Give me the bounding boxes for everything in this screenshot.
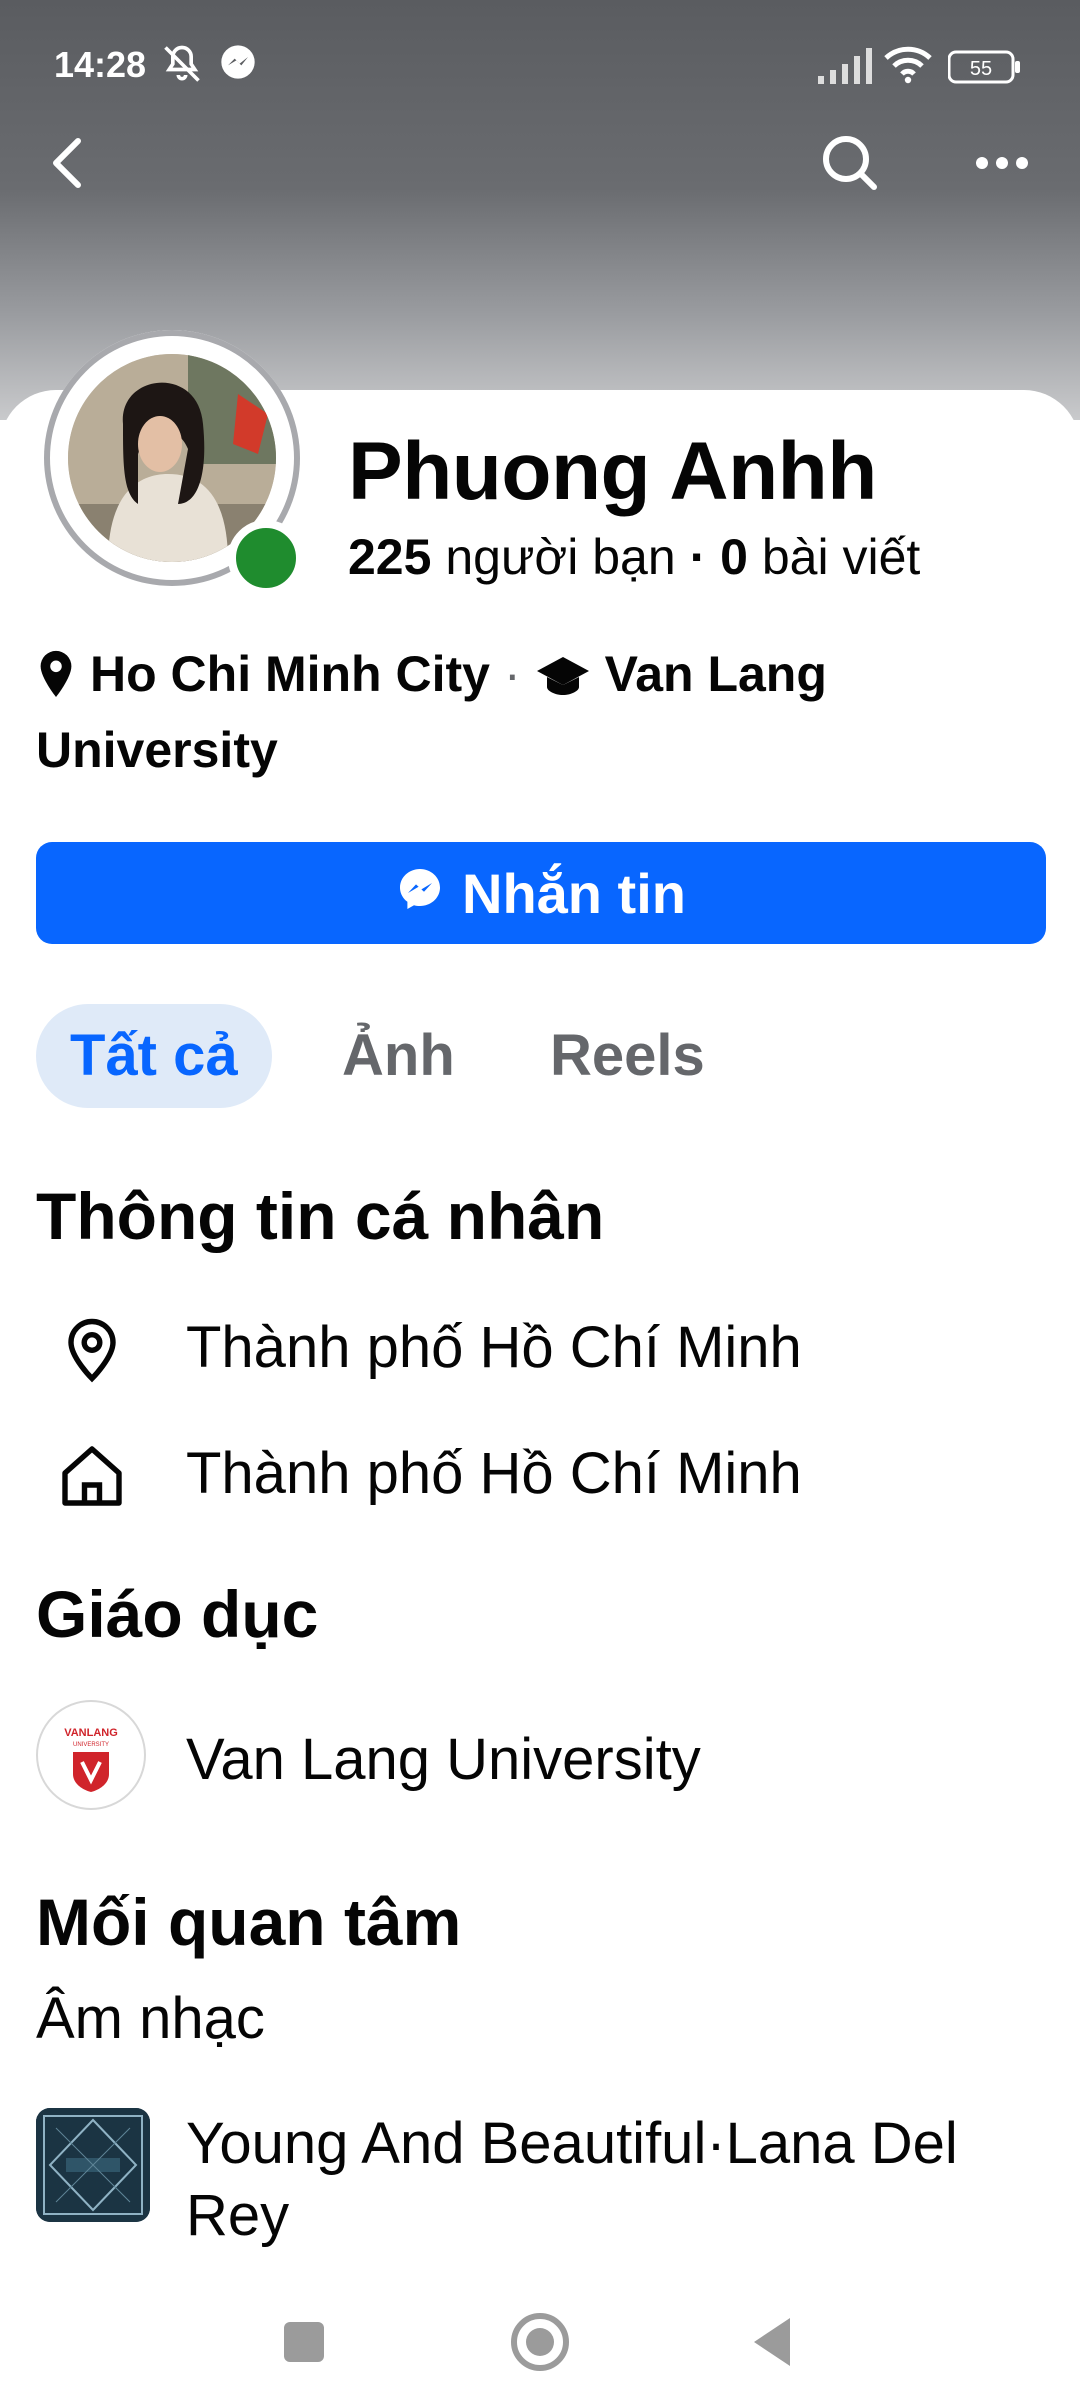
current-city-row[interactable]: Thành phố Hồ Chí Minh [0, 1296, 1080, 1396]
back-nav-button[interactable] [750, 2316, 794, 2373]
education-row[interactable]: Van Lang University [0, 1702, 1080, 1802]
tab-all[interactable]: Tất cả [36, 1004, 272, 1108]
home-button[interactable] [508, 2310, 572, 2379]
intro-separator: · [503, 646, 521, 702]
more-options-button[interactable] [962, 130, 1042, 200]
music-item-title[interactable]: Young And Beautiful·Lana Del Rey [186, 2108, 1056, 2252]
battery-icon: 55 [947, 50, 1022, 89]
music-cover-thumbnail[interactable] [36, 2108, 150, 2222]
wifi-icon [884, 44, 932, 89]
interests-heading: Mối quan tâm [36, 1885, 462, 1959]
battery-level: 55 [970, 58, 992, 80]
intro-location: Ho Chi Minh City [90, 646, 490, 702]
tab-photos[interactable]: Ảnh [342, 1004, 455, 1108]
education-heading: Giáo dục [36, 1577, 319, 1651]
messenger-icon [396, 861, 462, 926]
more-icon [974, 155, 1030, 176]
profile-stats[interactable]: 225 người bạn · 0 bài viết [348, 528, 920, 586]
intro-school-line2: University [36, 722, 278, 778]
silent-bell-icon [160, 42, 204, 91]
posts-count: 0 [720, 529, 748, 585]
message-button[interactable]: Nhắn tin [36, 842, 1046, 944]
search-button[interactable] [810, 130, 890, 200]
messenger-notification-icon [218, 42, 258, 87]
home-icon [56, 1440, 128, 1517]
tab-reels[interactable]: Reels [550, 1004, 705, 1108]
signal-icon [818, 48, 872, 89]
back-button[interactable] [28, 130, 108, 200]
search-icon [820, 133, 880, 198]
personal-info-heading: Thông tin cá nhân [36, 1179, 605, 1253]
stats-separator: · [689, 529, 707, 585]
profile-intro: Ho Chi Minh City · Van Lang University [36, 640, 1036, 784]
status-time: 14:28 [54, 44, 147, 85]
graduation-cap-icon [535, 648, 591, 716]
message-button-label: Nhắn tin [462, 861, 686, 925]
posts-label: bài viết [761, 529, 921, 585]
online-status-dot [228, 520, 304, 596]
status-bar: 14:28 55 [0, 0, 1080, 130]
hometown-row[interactable]: Thành phố Hồ Chí Minh [0, 1422, 1080, 1522]
location-pin-icon [36, 648, 76, 716]
top-nav [0, 130, 1080, 200]
back-arrow-icon [46, 135, 90, 196]
interests-category: Âm nhạc [36, 1986, 265, 2051]
profile-name: Phuong Anhh [348, 426, 877, 517]
hometown-text: Thành phố Hồ Chí Minh [186, 1441, 802, 1506]
school-name: Van Lang University [186, 1727, 701, 1792]
recent-apps-button[interactable] [282, 2320, 326, 2369]
location-pin-icon [56, 1314, 128, 1391]
intro-school-line1: Van Lang [604, 646, 827, 702]
friends-label: người bạn [445, 529, 676, 585]
system-nav-bar [0, 2280, 1080, 2400]
friends-count: 225 [348, 529, 432, 585]
current-city-text: Thành phố Hồ Chí Minh [186, 1315, 802, 1380]
